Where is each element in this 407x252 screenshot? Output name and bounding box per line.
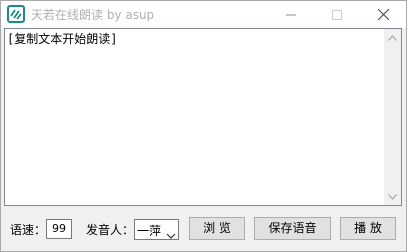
maximize-button[interactable] (314, 1, 360, 28)
scroll-up-arrow-icon[interactable] (384, 29, 401, 46)
editor-content[interactable]: [复制文本开始朗读] (7, 30, 117, 47)
speed-input[interactable]: 99 (46, 219, 72, 239)
close-button[interactable] (360, 1, 406, 28)
speed-label: 语速： (10, 223, 47, 237)
app-window: 天若在线朗读 by asup [复制文本开始朗读] 语速： 99 发音人： 一萍… (0, 0, 407, 252)
text-to-speech-icon (7, 5, 25, 23)
title-bar[interactable]: 天若在线朗读 by asup (1, 1, 406, 28)
save-audio-button[interactable]: 保存语音 (254, 217, 331, 240)
play-button[interactable]: 播 放 (340, 217, 396, 240)
minimize-icon (286, 5, 296, 24)
window-title: 天若在线朗读 by asup (31, 8, 155, 22)
vertical-scrollbar[interactable] (384, 29, 401, 205)
voice-select[interactable]: 一萍 (134, 219, 179, 240)
scroll-down-arrow-icon[interactable] (384, 188, 401, 205)
close-icon (377, 5, 389, 24)
voice-label: 发音人： (86, 223, 135, 237)
maximize-icon (332, 5, 342, 24)
voice-selected-value: 一萍 (137, 224, 162, 238)
chevron-down-icon (166, 225, 176, 239)
text-editor[interactable]: [复制文本开始朗读] (4, 28, 402, 206)
minimize-button[interactable] (268, 1, 314, 28)
browse-button[interactable]: 浏 览 (189, 217, 245, 240)
